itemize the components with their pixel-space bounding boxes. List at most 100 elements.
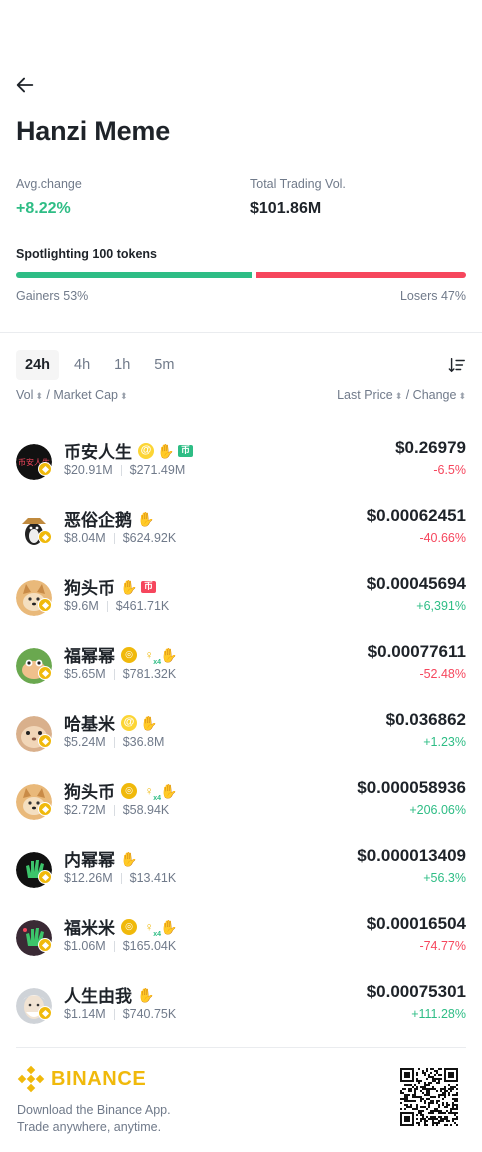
token-volume: $5.65M	[64, 667, 106, 681]
token-name-line: 恶俗企鹅 ✋	[64, 506, 155, 531]
chain-badge-icon	[38, 938, 52, 952]
token-market-cap: $58.94K	[122, 803, 170, 817]
token-market-cap: $624.92K	[122, 531, 177, 545]
token-market-cap: $271.49M	[129, 463, 186, 477]
rank-tag-icon: ◎	[121, 646, 137, 663]
token-volume-line: $12.26M $13.41K	[64, 871, 176, 885]
arrow-left-icon[interactable]	[14, 74, 36, 96]
hand-tag-icon: ✋	[157, 442, 175, 459]
token-name-line: 福米米 ◎ ♀ x4 ✋	[64, 914, 178, 939]
token-tags: ◎ ♀ x4 ✋	[121, 918, 178, 938]
token-name-line: 福幂幂 ◎ ♀ x4 ✋	[64, 642, 178, 667]
volume-label: Total Trading Vol.	[250, 177, 346, 191]
download-line-2: Trade anywhere, anytime.	[17, 1120, 162, 1134]
token-name-line: 哈基米 @ ✋	[64, 710, 158, 735]
token-name: 币安人生	[64, 443, 132, 462]
token-row[interactable]: 哈基米 @ ✋ $5.24M $36.8M $0.036862 +1.23%	[0, 704, 482, 772]
losers-label: Losers 47%	[399, 289, 466, 303]
page-title: Hanzi Meme	[16, 116, 171, 146]
token-change: +56.3%	[423, 871, 466, 885]
token-volume-line: $5.65M $781.32K	[64, 667, 176, 681]
token-row[interactable]: 狗头币 ◎ ♀ x4 ✋ $2.72M $58.94K $0.000058936 +206.06…	[0, 772, 482, 840]
token-volume-line: $1.06M $165.04K	[64, 939, 176, 953]
tab-24h[interactable]: 24h	[16, 350, 59, 380]
token-change: +6,391%	[416, 599, 466, 613]
token-row[interactable]: 恶俗企鹅 ✋ $8.04M $624.92K $0.00062451 -40.66%	[0, 500, 482, 568]
token-volume: $20.91M	[64, 463, 113, 477]
market-cap-header: / Market Cap	[46, 388, 118, 402]
token-market-cap: $781.32K	[122, 667, 177, 681]
change-header: / Change	[405, 388, 457, 402]
token-name-line: 内幂幂 ✋	[64, 846, 138, 871]
token-volume: $1.14M	[64, 1007, 106, 1021]
token-tags: @ ✋ 币	[138, 442, 193, 459]
token-row[interactable]: 币安人生 币安人生 @ ✋ 币 $20.91M $271.49M $0.26979 -6.5%	[0, 432, 482, 500]
hand-tag-icon: ✋	[140, 714, 158, 731]
token-market-cap: $461.71K	[115, 599, 170, 613]
tab-5m[interactable]: 5m	[145, 350, 183, 380]
token-change: +1.23%	[423, 735, 466, 749]
sort-vol[interactable]: Vol ⬍	[16, 388, 43, 402]
right-column-headers: Last Price ⬍ / Change ⬍	[337, 388, 466, 402]
losers-bar-fill	[256, 272, 466, 278]
timeframe-tabs: 24h 4h 1h 5m	[16, 350, 183, 380]
chain-badge-icon	[38, 666, 52, 680]
token-price: $0.00075301	[366, 982, 466, 1001]
token-tags: ✋	[137, 511, 154, 527]
token-price: $0.00045694	[366, 574, 466, 593]
binance-logo[interactable]: BINANCE	[17, 1065, 146, 1093]
token-volume: $9.6M	[64, 599, 99, 613]
vol-header: Vol	[16, 388, 34, 402]
token-volume-line: $1.14M $740.75K	[64, 1007, 176, 1021]
hand-tag-icon: ✋	[120, 578, 138, 595]
volume-value: $101.86M	[250, 200, 322, 217]
token-volume-line: $2.72M $58.94K	[64, 803, 169, 817]
token-volume-line: $5.24M $36.8M	[64, 735, 164, 749]
token-name-line: 狗头币 ✋ 币	[64, 574, 156, 599]
token-change: -74.77%	[419, 939, 466, 953]
mention-tag-icon: @	[138, 442, 154, 459]
token-volume: $2.72M	[64, 803, 106, 817]
token-price: $0.000058936	[357, 778, 466, 797]
token-row[interactable]: 狗头币 ✋ 币 $9.6M $461.71K $0.00045694 +6,391%	[0, 568, 482, 636]
token-row[interactable]: 福米米 ◎ ♀ x4 ✋ $1.06M $165.04K $0.00016504 -74.77%	[0, 908, 482, 976]
red-flag-tag-icon: 币	[141, 580, 156, 593]
chain-badge-icon	[38, 734, 52, 748]
sort-change[interactable]: / Change ⬍	[406, 388, 466, 402]
sort-market-cap[interactable]: / Market Cap ⬍	[46, 388, 127, 402]
sort-icon[interactable]	[448, 356, 466, 374]
token-change: +206.06%	[409, 803, 466, 817]
tab-1h[interactable]: 1h	[105, 350, 139, 380]
token-change: +111.28%	[411, 1007, 466, 1021]
token-price: $0.00062451	[366, 506, 466, 525]
token-row[interactable]: 内幂幂 ✋ $12.26M $13.41K $0.000013409 +56.3%	[0, 840, 482, 908]
chain-badge-icon	[38, 530, 52, 544]
token-name-line: 币安人生 @ ✋ 币	[64, 438, 193, 463]
token-price: $0.036862	[385, 710, 466, 729]
token-volume-line: $9.6M $461.71K	[64, 599, 169, 613]
rank-tag-icon: ◎	[121, 782, 137, 799]
token-name: 狗头币	[64, 783, 115, 802]
footer-divider	[16, 1047, 466, 1048]
token-name: 福幂幂	[64, 647, 115, 666]
mention-tag-icon: @	[121, 714, 137, 731]
chain-badge-icon	[38, 870, 52, 884]
chain-badge-icon	[38, 1006, 52, 1020]
token-row[interactable]: 福幂幂 ◎ ♀ x4 ✋ $5.65M $781.32K $0.00077611 -52.48%	[0, 636, 482, 704]
boost-tag-icon: ♀ x4	[144, 783, 162, 802]
token-name: 内幂幂	[64, 851, 115, 870]
token-volume: $12.26M	[64, 871, 113, 885]
tab-4h[interactable]: 4h	[65, 350, 99, 380]
chain-badge-icon	[38, 462, 52, 476]
token-price: $0.26979	[395, 438, 466, 457]
download-line-1: Download the Binance App.	[17, 1103, 171, 1117]
sort-last-price[interactable]: Last Price ⬍	[337, 388, 402, 402]
token-row[interactable]: 人生由我 ✋ $1.14M $740.75K $0.00075301 +111.28%	[0, 976, 482, 1044]
token-name: 恶俗企鹅	[64, 511, 132, 530]
token-name: 哈基米	[64, 715, 115, 734]
token-market-cap: $36.8M	[122, 735, 165, 749]
token-change: -40.66%	[419, 531, 466, 545]
token-volume-line: $8.04M $624.92K	[64, 531, 176, 545]
boost-tag-icon: ♀ x4	[144, 919, 162, 938]
token-price: $0.000013409	[357, 846, 466, 865]
